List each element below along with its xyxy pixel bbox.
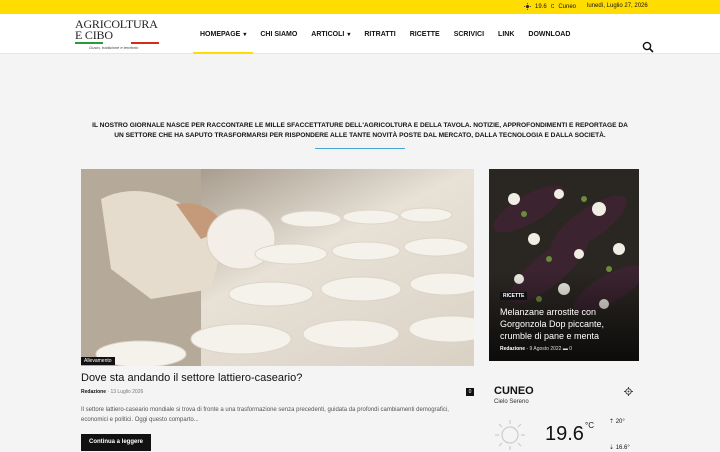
- weather-unit: °C: [585, 421, 594, 430]
- intro-divider: [315, 148, 405, 149]
- nav-label: HOMEPAGE: [200, 30, 241, 38]
- main-article-title[interactable]: Dove sta andando il settore lattiero-cas…: [81, 372, 302, 384]
- site-logo[interactable]: AGRICOLTURA E CIBO Gusto, tradizione e t…: [75, 18, 159, 50]
- main-nav: HOMEPAGE ▾ CHI SIAMO ARTICOLI ▾ RITRATTI R…: [193, 14, 577, 54]
- side-date: 9 Agosto 2022: [529, 346, 562, 352]
- logo-flag: [75, 42, 159, 44]
- nav-homepage[interactable]: HOMEPAGE ▾: [193, 14, 254, 54]
- chevron-down-icon: ▾: [243, 31, 247, 38]
- category-badge[interactable]: Allevamento: [81, 357, 115, 365]
- top-temp: 19.6: [535, 3, 547, 10]
- weather-description: Cielo Sereno: [494, 399, 529, 405]
- nav-label: ARTICOLI: [311, 30, 345, 38]
- nav-label: CHI SIAMO: [260, 30, 298, 38]
- logo-tagline: Gusto, tradizione e territorio: [89, 45, 139, 50]
- nav-download[interactable]: DOWNLOAD: [521, 14, 577, 54]
- sun-icon: [495, 420, 525, 450]
- nav-ricette[interactable]: RICETTE: [403, 14, 447, 54]
- nav-ritratti[interactable]: RITRATTI: [357, 14, 402, 54]
- nav-label: RITRATTI: [364, 30, 396, 38]
- nav-link[interactable]: LINK: [491, 14, 521, 54]
- main-article-meta: Redazione · 13 Luglio 2026: [81, 389, 144, 395]
- top-weather: 19.6 C Cuneo: [524, 3, 576, 10]
- nav-label: SCRIVICI: [453, 30, 485, 38]
- comment-count[interactable]: 0: [466, 388, 474, 396]
- search-icon[interactable]: [642, 41, 654, 53]
- nav-label: LINK: [498, 30, 515, 38]
- logo-line-2: E CIBO: [75, 28, 113, 42]
- side-article[interactable]: RICETTE Melanzane arrostite con Gorgonzo…: [489, 169, 639, 361]
- sun-icon: [524, 3, 531, 10]
- main-article-image[interactable]: Allevamento: [81, 169, 474, 366]
- read-more-button[interactable]: Continua a leggere: [81, 434, 151, 451]
- top-city: Cuneo: [558, 3, 576, 10]
- weather-low-value: 16.6°: [615, 445, 630, 451]
- location-icon[interactable]: [624, 387, 633, 396]
- intro-text: IL NOSTRO GIORNALE NASCE PER RACCONTARE …: [92, 122, 628, 139]
- article-author[interactable]: Redazione: [81, 389, 106, 395]
- weather-high-value: 20°: [615, 419, 625, 425]
- nav-label: DOWNLOAD: [528, 30, 571, 38]
- top-bar: 19.6 C Cuneo lunedì, Luglio 27, 2026: [0, 0, 720, 14]
- nav-articoli[interactable]: ARTICOLI ▾: [304, 14, 357, 54]
- cheese-molds-image: [81, 169, 474, 366]
- nav-scrivici[interactable]: SCRIVICI: [447, 14, 491, 54]
- nav-chi-siamo[interactable]: CHI SIAMO: [253, 14, 304, 54]
- side-category-badge[interactable]: RICETTE: [500, 292, 528, 300]
- side-article-meta: Redazione - 9 Agosto 2022 ▬ 0: [500, 346, 573, 352]
- side-comment-count[interactable]: 0: [569, 346, 572, 352]
- nav-label: RICETTE: [409, 30, 440, 38]
- top-temp-unit: C: [550, 3, 555, 10]
- site-header: AGRICOLTURA E CIBO Gusto, tradizione e t…: [0, 14, 720, 54]
- comment-icon: ▬: [562, 346, 568, 352]
- weather-city: CUNEO: [494, 385, 534, 397]
- weather-high: ⇡ 20°: [609, 418, 625, 425]
- arrow-up-icon: ⇡: [609, 419, 615, 425]
- side-article-title[interactable]: Melanzane arrostite con Gorgonzola Dop p…: [500, 306, 630, 342]
- arrow-down-icon: ⇣: [609, 445, 615, 451]
- top-date: lunedì, Luglio 27, 2026: [587, 3, 648, 9]
- chevron-down-icon: ▾: [347, 31, 351, 38]
- weather-temperature: 19.6: [545, 423, 584, 445]
- side-author[interactable]: Redazione: [500, 346, 525, 352]
- article-date: 13 Luglio 2026: [110, 389, 144, 395]
- main-article-excerpt: Il settore lattiero-caseario mondiale si…: [81, 407, 449, 423]
